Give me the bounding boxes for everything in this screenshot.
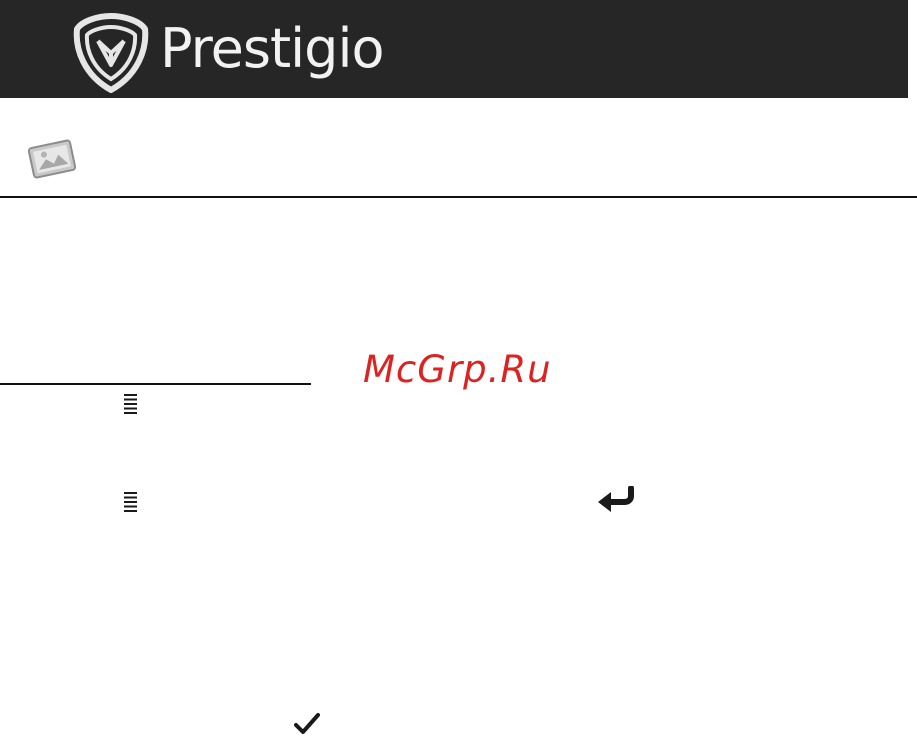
menu-icon xyxy=(124,492,137,512)
photo-card-icon xyxy=(27,139,77,179)
back-arrow-icon xyxy=(598,486,634,512)
section-underline xyxy=(0,383,311,385)
menu-icon xyxy=(124,394,137,414)
header-bar: Prestigio xyxy=(0,0,908,98)
prestigio-shield-logo-icon xyxy=(73,13,149,93)
brand-name: Prestigio xyxy=(160,17,384,80)
header-divider xyxy=(0,196,917,198)
checkmark-icon xyxy=(294,713,320,734)
watermark-text: McGrp.Ru xyxy=(363,348,552,391)
